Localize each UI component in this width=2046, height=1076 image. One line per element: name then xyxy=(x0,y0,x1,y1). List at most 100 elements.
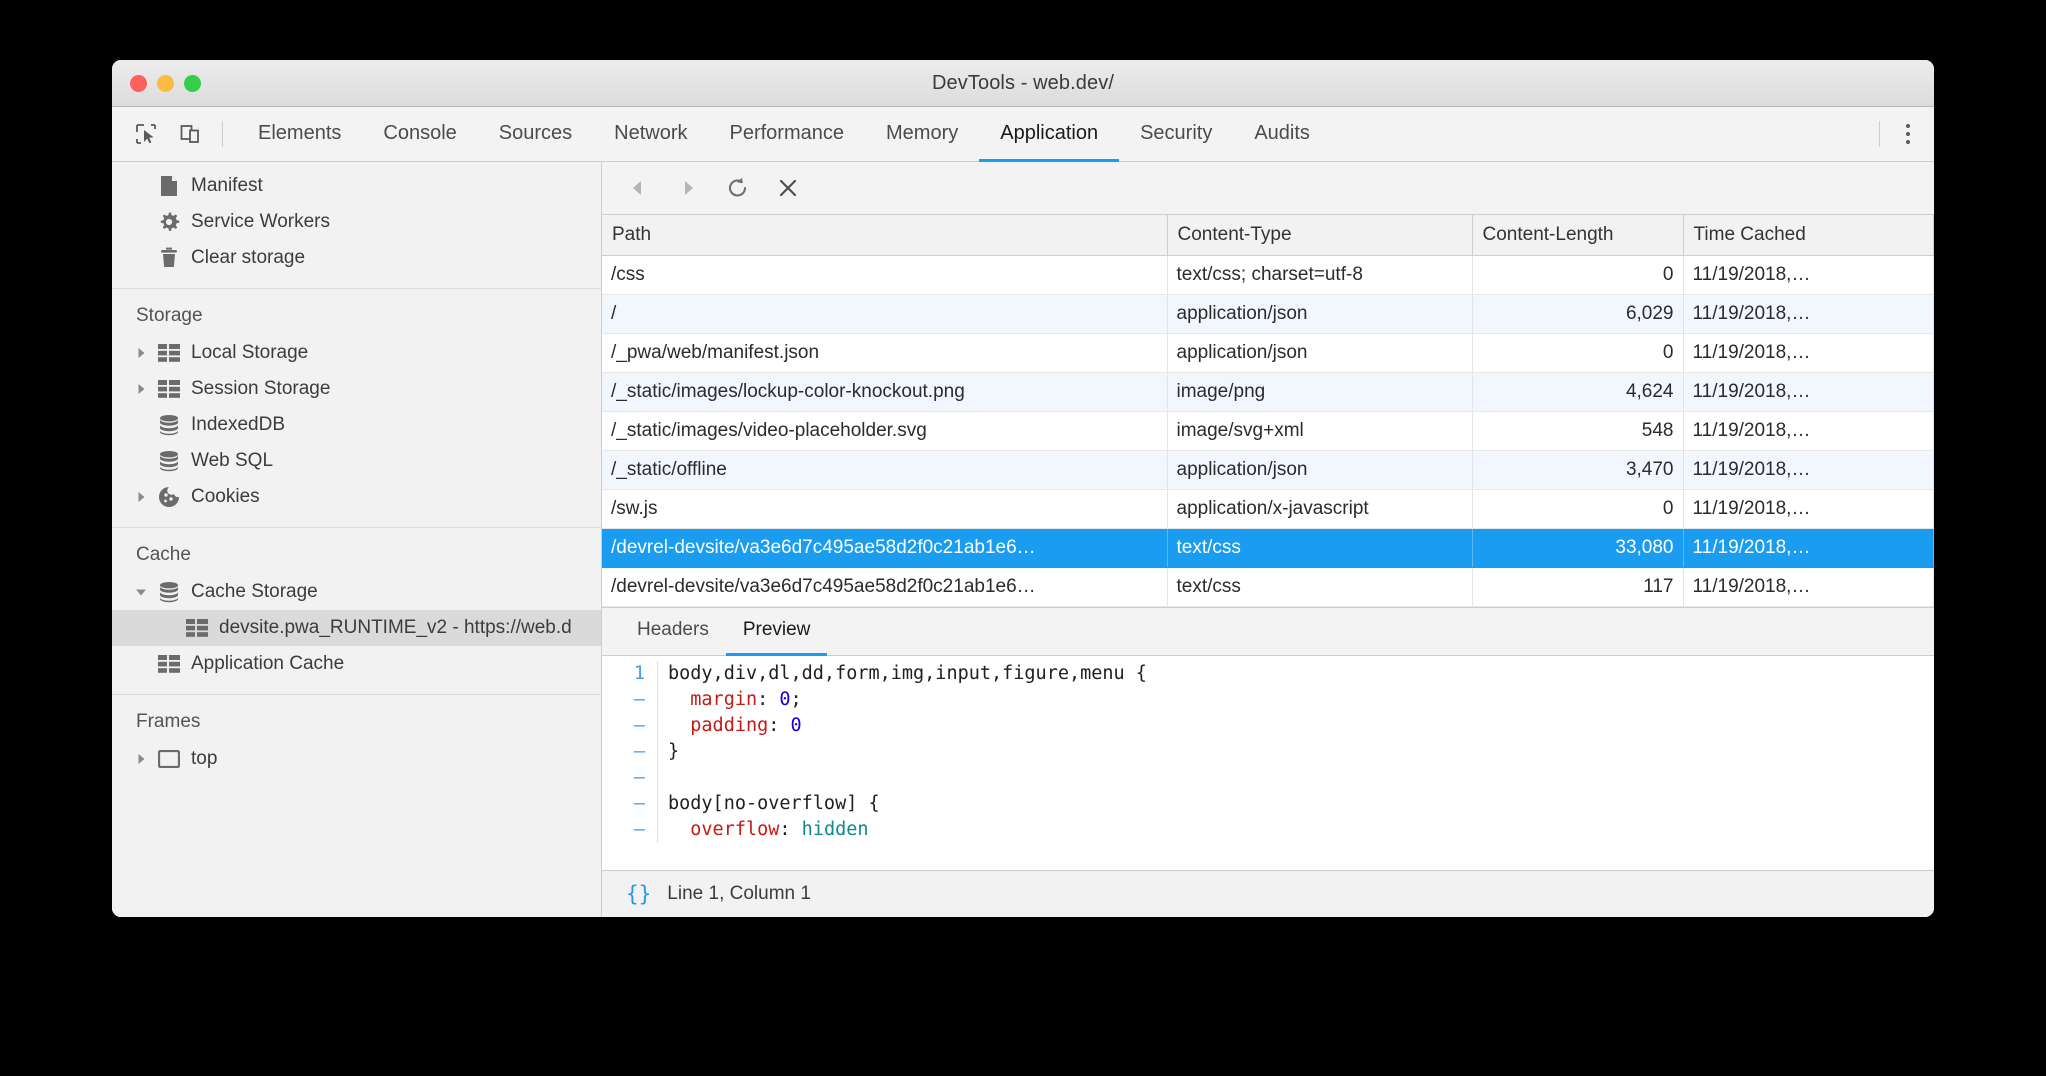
code-line: – overflow: hidden xyxy=(602,817,1934,843)
code-line: – padding: 0 xyxy=(602,713,1934,739)
chevron-right-icon[interactable] xyxy=(128,383,154,395)
table-row[interactable]: /_static/images/lockup-color-knockout.pn… xyxy=(602,372,1934,411)
sidebar-item-cookies[interactable]: Cookies xyxy=(112,479,601,515)
column-header-content-type[interactable]: Content-Type xyxy=(1167,215,1472,255)
detail-tab-preview[interactable]: Preview xyxy=(726,608,828,656)
sidebar-item-indexeddb[interactable]: IndexedDB xyxy=(112,407,601,443)
line-number: – xyxy=(602,713,658,739)
code-text: margin: 0; xyxy=(668,687,802,713)
sidebar-item-top[interactable]: top xyxy=(112,741,601,777)
sidebar-item-devsite-pwa-runtime-v2-https-web-d[interactable]: devsite.pwa_RUNTIME_v2 - https://web.d xyxy=(112,610,601,646)
table-grid-icon xyxy=(182,619,212,637)
chevron-down-icon[interactable] xyxy=(128,586,154,598)
chevron-right-icon[interactable] xyxy=(128,347,154,359)
sidebar-item-web-sql[interactable]: Web SQL xyxy=(112,443,601,479)
sidebar-item-local-storage[interactable]: Local Storage xyxy=(112,335,601,371)
cell-content-length: 3,470 xyxy=(1472,450,1683,489)
forward-arrow-icon[interactable] xyxy=(674,174,702,202)
tab-performance[interactable]: Performance xyxy=(709,107,866,162)
table-row[interactable]: /sw.jsapplication/x-javascript011/19/201… xyxy=(602,489,1934,528)
table-header-row: PathContent-TypeContent-LengthTime Cache… xyxy=(602,215,1934,255)
cell-content-length: 0 xyxy=(1472,333,1683,372)
cell-path: /_static/offline xyxy=(602,450,1167,489)
tab-sources[interactable]: Sources xyxy=(478,107,593,162)
cell-time-cached: 11/19/2018,… xyxy=(1683,489,1934,528)
cell-time-cached: 11/19/2018,… xyxy=(1683,372,1934,411)
more-options-icon[interactable] xyxy=(1882,107,1934,161)
back-arrow-icon[interactable] xyxy=(624,174,652,202)
window-controls xyxy=(130,75,201,92)
sidebar-item-cache-storage[interactable]: Cache Storage xyxy=(112,574,601,610)
resource-detail-pane: HeadersPreview 1body,div,dl,dd,form,img,… xyxy=(602,607,1934,918)
detail-tab-headers[interactable]: Headers xyxy=(620,608,726,656)
cell-path: /sw.js xyxy=(602,489,1167,528)
chevron-right-icon[interactable] xyxy=(128,491,154,503)
database-icon xyxy=(154,581,184,603)
sidebar-item-session-storage[interactable]: Session Storage xyxy=(112,371,601,407)
sidebar-item-label: Application Cache xyxy=(191,653,344,675)
cell-content-type: application/json xyxy=(1167,294,1472,333)
cell-content-type: application/x-javascript xyxy=(1167,489,1472,528)
table-row[interactable]: /devrel-devsite/va3e6d7c495ae58d2f0c21ab… xyxy=(602,567,1934,606)
cell-time-cached: 11/19/2018,… xyxy=(1683,333,1934,372)
cell-content-type: image/svg+xml xyxy=(1167,411,1472,450)
table-body: /csstext/css; charset=utf-8011/19/2018,…… xyxy=(602,255,1934,606)
sidebar-item-label: devsite.pwa_RUNTIME_v2 - https://web.d xyxy=(219,617,572,639)
tab-elements[interactable]: Elements xyxy=(237,107,362,162)
table-row[interactable]: /devrel-devsite/va3e6d7c495ae58d2f0c21ab… xyxy=(602,528,1934,567)
sidebar-item-label: Service Workers xyxy=(191,211,330,233)
sidebar-section-title: Frames xyxy=(112,695,601,741)
application-sidebar[interactable]: ManifestService WorkersClear storageStor… xyxy=(112,162,602,917)
tab-security[interactable]: Security xyxy=(1119,107,1233,162)
column-header-time-cached[interactable]: Time Cached xyxy=(1683,215,1934,255)
cache-toolbar xyxy=(602,162,1934,215)
code-line: – margin: 0; xyxy=(602,687,1934,713)
sidebar-item-label: top xyxy=(191,748,217,770)
tab-network[interactable]: Network xyxy=(593,107,708,162)
detail-tabs: HeadersPreview xyxy=(602,608,1934,656)
maximize-window-button[interactable] xyxy=(184,75,201,92)
column-header-content-length[interactable]: Content-Length xyxy=(1472,215,1683,255)
close-window-button[interactable] xyxy=(130,75,147,92)
inspect-element-icon[interactable] xyxy=(124,107,168,161)
cell-content-length: 33,080 xyxy=(1472,528,1683,567)
database-icon xyxy=(154,414,184,436)
database-icon xyxy=(154,450,184,472)
sidebar-item-clear-storage[interactable]: Clear storage xyxy=(112,240,601,276)
table-row[interactable]: /application/json6,02911/19/2018,… xyxy=(602,294,1934,333)
tabbar-right-group xyxy=(1879,107,1934,161)
column-header-path[interactable]: Path xyxy=(602,215,1167,255)
delete-x-icon[interactable] xyxy=(774,174,802,202)
sidebar-item-application-cache[interactable]: Application Cache xyxy=(112,646,601,682)
main-content-pane: PathContent-TypeContent-LengthTime Cache… xyxy=(602,162,1934,917)
tab-memory[interactable]: Memory xyxy=(865,107,979,162)
code-preview[interactable]: 1body,div,dl,dd,form,img,input,figure,me… xyxy=(602,656,1934,871)
tab-application[interactable]: Application xyxy=(979,107,1119,162)
code-line: 1body,div,dl,dd,form,img,input,figure,me… xyxy=(602,661,1934,687)
code-text: body[no-overflow] { xyxy=(668,791,880,817)
sidebar-item-service-workers[interactable]: Service Workers xyxy=(112,204,601,240)
cell-path: /devrel-devsite/va3e6d7c495ae58d2f0c21ab… xyxy=(602,528,1167,567)
device-toolbar-icon[interactable] xyxy=(168,107,212,161)
table-row[interactable]: /csstext/css; charset=utf-8011/19/2018,… xyxy=(602,255,1934,294)
table-row[interactable]: /_pwa/web/manifest.jsonapplication/json0… xyxy=(602,333,1934,372)
cell-path: /devrel-devsite/va3e6d7c495ae58d2f0c21ab… xyxy=(602,567,1167,606)
cell-time-cached: 11/19/2018,… xyxy=(1683,528,1934,567)
tab-audits[interactable]: Audits xyxy=(1233,107,1331,162)
gear-icon xyxy=(154,211,184,233)
window-titlebar: DevTools - web.dev/ xyxy=(112,60,1934,107)
chevron-right-icon[interactable] xyxy=(128,753,154,765)
sidebar-item-manifest[interactable]: Manifest xyxy=(112,168,601,204)
trash-icon xyxy=(154,247,184,269)
line-number: – xyxy=(602,817,658,843)
tab-console[interactable]: Console xyxy=(362,107,477,162)
minimize-window-button[interactable] xyxy=(157,75,174,92)
table-row[interactable]: /_static/offlineapplication/json3,47011/… xyxy=(602,450,1934,489)
refresh-icon[interactable] xyxy=(724,174,752,202)
devtools-window: DevTools - web.dev/ ElementsConsoleSourc… xyxy=(112,60,1934,917)
pretty-print-braces-icon[interactable]: {} xyxy=(626,882,651,906)
table-grid-icon xyxy=(154,655,184,673)
line-number: – xyxy=(602,687,658,713)
table-row[interactable]: /_static/images/video-placeholder.svgima… xyxy=(602,411,1934,450)
cell-path: /_static/images/video-placeholder.svg xyxy=(602,411,1167,450)
